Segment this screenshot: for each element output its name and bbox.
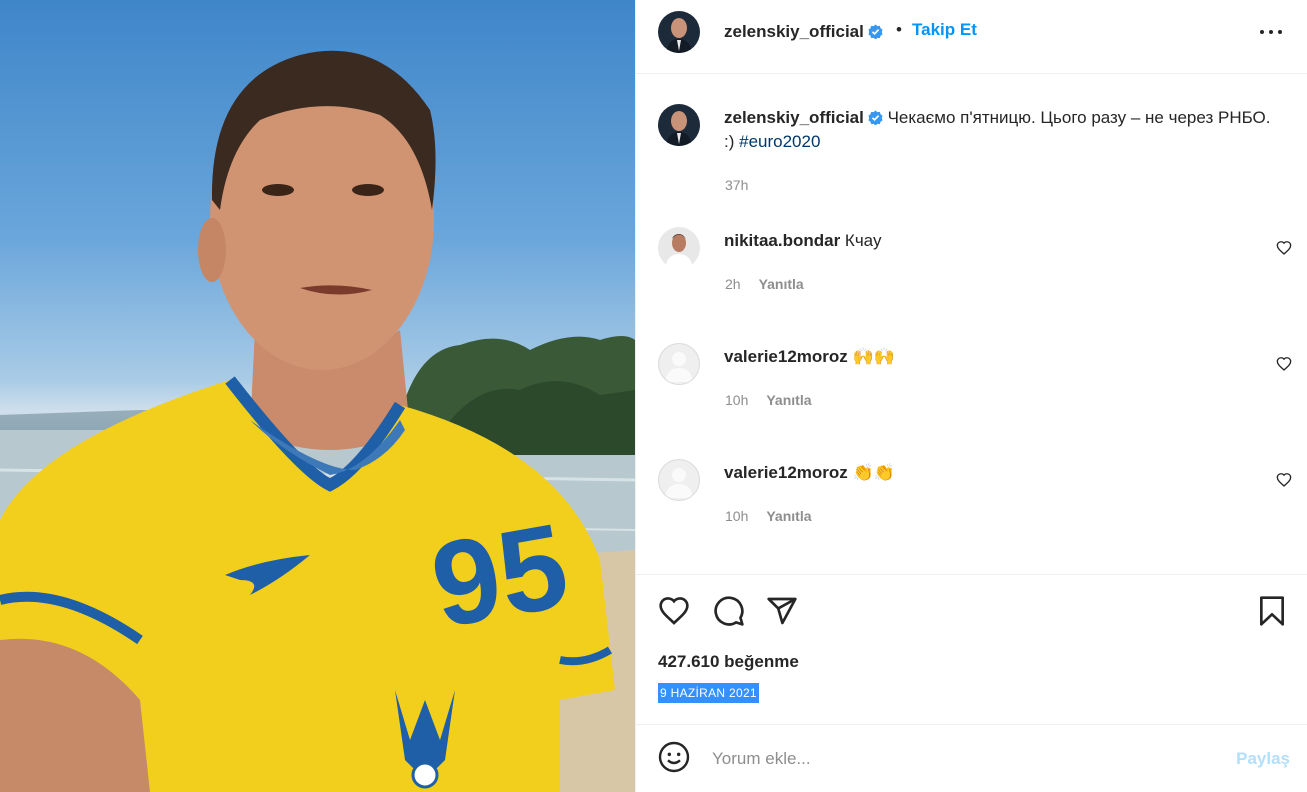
jersey-number: 95 (422, 498, 577, 653)
post-date[interactable]: 9 HAZİRAN 2021 (658, 683, 759, 703)
post-photo-illustration: 95 (0, 50, 635, 792)
comment-like-heart-icon[interactable] (1276, 356, 1292, 372)
caption: zelenskiy_official Чекаємо п'ятницю. Цьо… (724, 106, 1284, 154)
comments-section: zelenskiy_official Чекаємо п'ятницю. Цьо… (636, 74, 1307, 574)
share-paper-plane-icon[interactable] (766, 595, 798, 627)
comment-time[interactable]: 10h (725, 508, 748, 524)
like-heart-icon[interactable] (658, 595, 690, 627)
reply-button[interactable]: Yanıtla (759, 276, 804, 292)
more-options-icon[interactable] (1260, 26, 1284, 40)
post-actions: 427.610 beğenme 9 HAZİRAN 2021 (636, 574, 1307, 724)
comment-avatar[interactable] (658, 227, 700, 269)
comment-row: nikitaa.bondar Кчау (724, 231, 881, 251)
comment-row: valerie12moroz 🙌🙌 (724, 347, 895, 367)
post-comment-button[interactable]: Paylaş (1236, 749, 1290, 769)
header-separator: • (896, 20, 902, 39)
reply-button[interactable]: Yanıtla (766, 392, 811, 408)
comment-bubble-icon[interactable] (713, 595, 745, 627)
verified-badge-icon (868, 110, 883, 125)
comment-time[interactable]: 2h (725, 276, 741, 292)
caption-time[interactable]: 37h (725, 177, 748, 193)
comment-text: 🙌🙌 (852, 347, 895, 366)
comment-row: valerie12moroz 👏👏 (724, 463, 895, 483)
author-username[interactable]: zelenskiy_official (724, 22, 883, 42)
caption-hashtag[interactable]: #euro2020 (739, 132, 820, 151)
comment-text: 👏👏 (852, 463, 895, 482)
comment-username[interactable]: valerie12moroz (724, 463, 848, 482)
comment-time[interactable]: 10h (725, 392, 748, 408)
caption-username[interactable]: zelenskiy_official (724, 108, 864, 127)
post-photo[interactable]: 95 (0, 0, 635, 792)
bookmark-icon[interactable] (1256, 595, 1288, 627)
comment-username[interactable]: valerie12moroz (724, 347, 848, 366)
verified-badge-icon (868, 24, 883, 39)
caption-avatar[interactable] (658, 104, 700, 146)
comment-avatar[interactable] (658, 343, 700, 385)
comment-username[interactable]: nikitaa.bondar (724, 231, 840, 250)
emoji-smiley-icon[interactable] (658, 741, 690, 773)
comment-like-heart-icon[interactable] (1276, 240, 1292, 256)
comment-meta: 2h Yanıtla (725, 276, 804, 292)
follow-button[interactable]: Takip Et (912, 20, 977, 40)
comment-like-heart-icon[interactable] (1276, 472, 1292, 488)
likes-count[interactable]: 427.610 beğenme (658, 652, 799, 672)
post-side-panel: zelenskiy_official • Takip Et zelenskiy_… (635, 0, 1307, 792)
comment-input[interactable] (712, 745, 1192, 773)
add-comment-bar: Paylaş (636, 724, 1307, 792)
comment-meta: 10h Yanıtla (725, 392, 812, 408)
reply-button[interactable]: Yanıtla (766, 508, 811, 524)
comment-avatar[interactable] (658, 459, 700, 501)
comment-meta: 10h Yanıtla (725, 508, 812, 524)
comment-text: Кчау (844, 231, 882, 250)
post-header: zelenskiy_official • Takip Et (636, 0, 1307, 74)
author-avatar[interactable] (658, 11, 700, 53)
